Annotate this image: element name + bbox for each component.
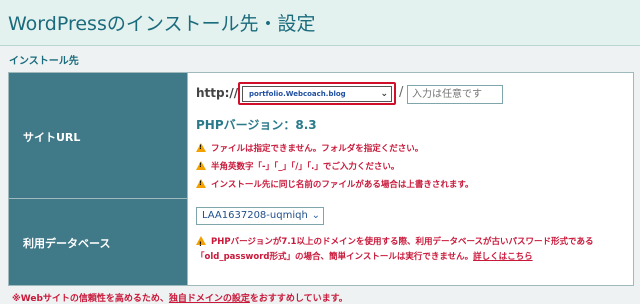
database-cell: LAA1637208-uqmiqh ⌄ PHPバージョンが7.1以上のドメインを… xyxy=(187,199,633,285)
site-url-cell: http:// portfolio.Webcoach.blog ⌄ / PHPバ… xyxy=(187,73,633,200)
path-separator: / xyxy=(399,85,404,100)
database-warning: PHPバージョンが7.1以上のドメインを使用する際、利用データベースが古いパスワ… xyxy=(196,235,636,265)
settings-table: サイトURL http:// portfolio.Webcoach.blog ⌄… xyxy=(8,72,634,286)
site-url-label: サイトURL xyxy=(23,131,81,144)
site-note-3: インストール先に同じ名前のファイルがある場合は上書きされます。 xyxy=(196,178,473,190)
php-version: PHPバージョン：8.3 xyxy=(196,118,317,132)
section-label: インストール先 xyxy=(9,56,79,67)
title-bar: WordPressのインストール先・設定 xyxy=(0,0,640,46)
database-label: 利用データベース xyxy=(23,237,111,250)
warning-icon xyxy=(196,161,206,170)
http-prefix: http:// xyxy=(196,86,239,100)
page-title: WordPressのインストール先・設定 xyxy=(8,13,316,35)
details-link[interactable]: 詳しくはこちら xyxy=(473,252,533,262)
database-select[interactable]: LAA1637208-uqmiqh ⌄ xyxy=(196,207,324,225)
domain-select-value: portfolio.Webcoach.blog xyxy=(249,90,346,98)
database-header: 利用データベース xyxy=(9,199,187,285)
database-warning-text: PHPバージョンが7.1以上のドメインを使用する際、利用データベースが古いパスワ… xyxy=(196,237,594,262)
footer-note: ※Webサイトの信頼性を高めるため、独自ドメインの設定をおすすめしています。 xyxy=(12,291,348,304)
chevron-down-icon: ⌄ xyxy=(311,210,320,221)
site-url-header: サイトURL xyxy=(9,73,187,199)
note-text: ファイルは指定できません。フォルダを指定ください。 xyxy=(211,144,424,154)
domain-select[interactable]: portfolio.Webcoach.blog ⌄ xyxy=(242,86,392,102)
site-note-1: ファイルは指定できません。フォルダを指定ください。 xyxy=(196,142,423,154)
warning-icon xyxy=(196,236,206,252)
directory-input[interactable] xyxy=(407,85,503,104)
note-text: 半角英数字「-」「_」「/」「.」でご入力ください。 xyxy=(211,162,400,172)
database-select-value: LAA1637208-uqmiqh xyxy=(202,210,308,221)
note-text: インストール先に同じ名前のファイルがある場合は上書きされます。 xyxy=(211,180,474,190)
site-note-2: 半角英数字「-」「_」「/」「.」でご入力ください。 xyxy=(196,160,399,172)
warning-icon xyxy=(196,143,206,152)
warning-icon xyxy=(196,179,206,188)
chevron-down-icon: ⌄ xyxy=(380,89,388,99)
